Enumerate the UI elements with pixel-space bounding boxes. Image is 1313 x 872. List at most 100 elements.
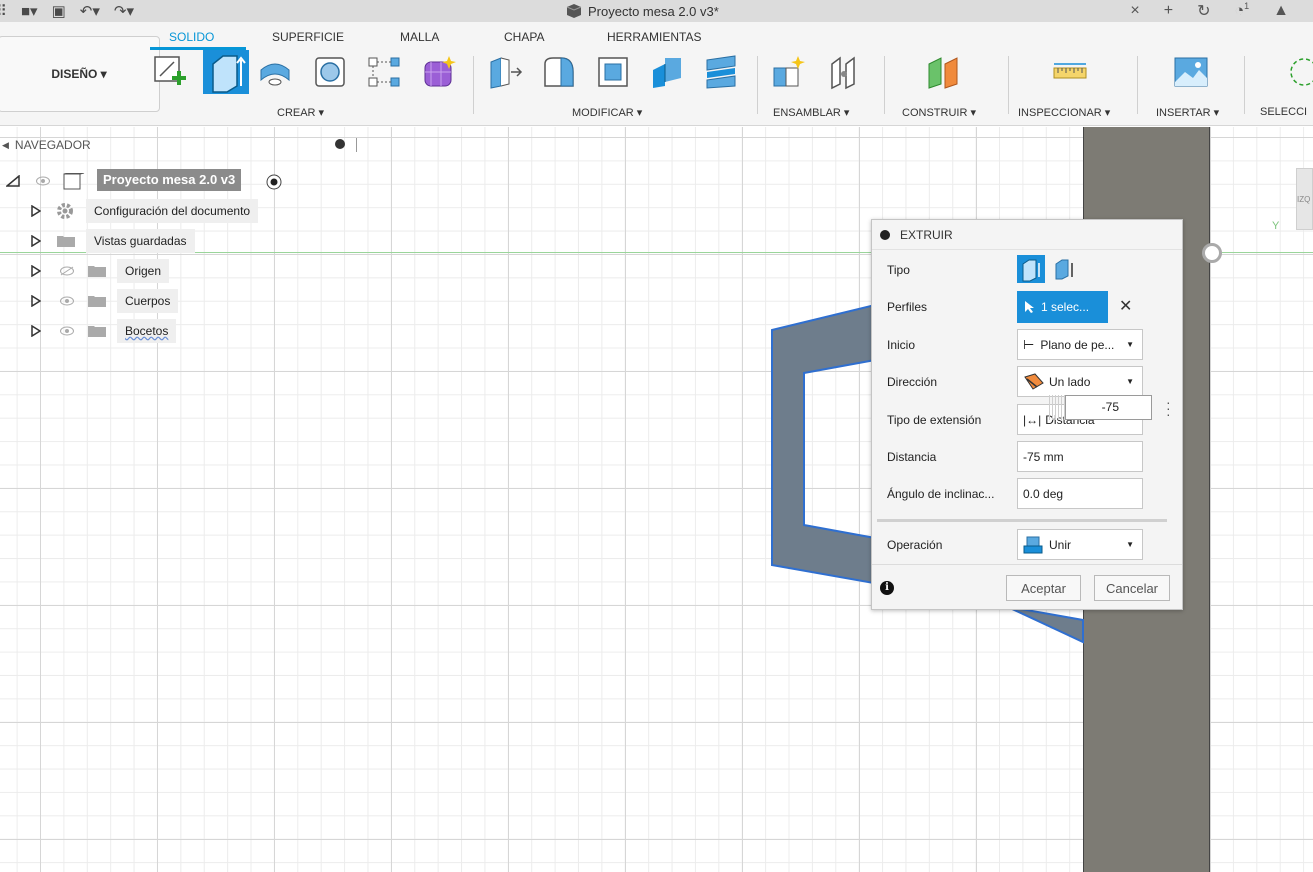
workspace-dropdown[interactable]: DISEÑO ▾ <box>0 36 160 112</box>
operation-dropdown[interactable]: Unir ▼ <box>1017 529 1143 560</box>
ok-button[interactable]: Aceptar <box>1006 575 1081 601</box>
eye-icon[interactable] <box>36 176 50 186</box>
label-tipo: Tipo <box>887 263 910 277</box>
ribbon-toolbar: DISEÑO ▾ SOLIDO SUPERFICIE MALLA CHAPA H… <box>0 22 1313 126</box>
joint-icon[interactable] <box>826 54 862 90</box>
info-icon[interactable]: i <box>880 581 894 595</box>
expand-right-icon[interactable] <box>31 265 41 277</box>
origin-marker[interactable] <box>1202 243 1222 263</box>
tree-item-bodies[interactable]: Cuerpos <box>0 289 300 313</box>
navigator-header[interactable]: ◀ NAVEGADOR <box>0 131 360 159</box>
tree-item-sketches[interactable]: Bocetos <box>0 319 300 343</box>
distance-extent-icon: |↔| <box>1023 412 1042 427</box>
eye-hidden-icon[interactable] <box>59 266 75 276</box>
tree-root[interactable]: Proyecto mesa 2.0 v3 <box>0 169 300 193</box>
shell-icon[interactable] <box>595 54 631 90</box>
gear-icon <box>57 203 73 219</box>
collapse-dot-icon[interactable] <box>880 229 890 240</box>
distance-field[interactable]: -75 mm <box>1017 441 1143 472</box>
measure-icon[interactable] <box>1052 54 1088 90</box>
redo-icon[interactable]: ↷▾ <box>114 2 134 20</box>
group-inspeccionar[interactable]: INSPECCIONAR ▾ <box>1018 106 1110 119</box>
clear-selection-icon[interactable]: ✕ <box>1119 296 1132 316</box>
pattern-icon[interactable] <box>366 54 402 90</box>
group-insertar[interactable]: INSERTAR ▾ <box>1156 106 1219 119</box>
tree-item-saved-views[interactable]: Vistas guardadas <box>0 229 300 253</box>
create-form-icon[interactable] <box>421 54 457 90</box>
tab-herramientas[interactable]: HERRAMIENTAS <box>607 30 701 44</box>
eye-icon[interactable] <box>60 296 74 306</box>
document-tab[interactable]: Proyecto mesa 2.0 v3* <box>566 0 719 22</box>
clock-icon[interactable]: ◔1 <box>1234 1 1249 20</box>
tree-item-origin[interactable]: Origen <box>0 259 300 283</box>
section-divider <box>877 519 1167 522</box>
tab-malla[interactable]: MALLA <box>400 30 439 44</box>
combine-icon[interactable] <box>649 54 685 90</box>
activate-radio-icon[interactable] <box>266 174 282 190</box>
tab-solido[interactable]: SOLIDO <box>169 30 214 44</box>
revolve-icon[interactable] <box>257 54 293 90</box>
expand-down-icon[interactable] <box>6 175 20 187</box>
tab-superficie[interactable]: SUPERFICIE <box>272 30 344 44</box>
popup-drag-handle[interactable] <box>1049 395 1065 420</box>
label-operacion: Operación <box>887 538 943 552</box>
fillet-icon[interactable] <box>541 54 577 90</box>
label-perfiles: Perfiles <box>887 300 928 314</box>
profiles-selection-button[interactable]: 1 selec... <box>1017 291 1108 323</box>
expand-right-icon[interactable] <box>31 235 41 247</box>
root-label: Proyecto mesa 2.0 v3 <box>97 169 242 191</box>
group-seleccionar[interactable]: SELECCI <box>1260 106 1307 118</box>
tab-chapa[interactable]: CHAPA <box>504 30 544 44</box>
dialog-header[interactable]: EXTRUIR <box>872 220 1182 250</box>
taper-angle-field[interactable]: 0.0 deg <box>1017 478 1143 509</box>
chevron-down-icon: ▼ <box>1126 540 1134 549</box>
folder-icon <box>57 236 75 247</box>
distance-value: -75 mm <box>1023 449 1064 464</box>
offset-plane-icon[interactable] <box>925 54 961 90</box>
cancel-button[interactable]: Cancelar <box>1094 575 1170 601</box>
chevron-down-icon: ▼ <box>1126 340 1134 349</box>
extrude-type-thin-icon[interactable] <box>1053 257 1077 281</box>
panel-resize-handle[interactable] <box>356 138 357 152</box>
insert-image-icon[interactable] <box>1173 54 1209 90</box>
create-sketch-icon[interactable] <box>152 54 188 90</box>
view-cube[interactable]: IZQ <box>1296 168 1313 230</box>
plus-icon[interactable]: + <box>1164 2 1173 20</box>
refresh-icon[interactable]: ↻ <box>1197 1 1210 21</box>
save-icon[interactable]: ▣ <box>52 2 66 20</box>
bell-icon[interactable]: ▲ <box>1273 2 1289 20</box>
tree-item-label: Vistas guardadas <box>86 229 195 253</box>
grid-icon[interactable]: ⠿ <box>0 2 7 20</box>
extrude-icon[interactable] <box>203 50 249 94</box>
tree-item-document-settings[interactable]: Configuración del documento <box>0 199 300 223</box>
start-dropdown[interactable]: ⊢ Plano de pe... ▼ <box>1017 329 1143 360</box>
distance-input-popup[interactable]: -75 <box>1065 395 1152 420</box>
expand-right-icon[interactable] <box>31 295 41 307</box>
ribbon-divider <box>473 56 474 114</box>
ribbon-divider <box>1244 56 1245 114</box>
join-operation-icon <box>1023 536 1043 553</box>
file-icon[interactable]: ■▾ <box>21 2 38 20</box>
hole-icon[interactable] <box>312 54 348 90</box>
eye-icon[interactable] <box>60 326 74 336</box>
select-icon[interactable] <box>1288 54 1313 90</box>
group-ensamblar[interactable]: ENSAMBLAR ▾ <box>773 106 849 119</box>
expand-right-icon[interactable] <box>31 325 41 337</box>
more-options-icon[interactable]: · · · <box>1166 395 1171 421</box>
extrude-type-solid-icon[interactable] <box>1017 255 1045 283</box>
label-inicio: Inicio <box>887 338 916 352</box>
close-icon[interactable]: × <box>1130 2 1139 20</box>
pin-icon[interactable] <box>335 139 345 149</box>
direction-dropdown[interactable]: Un lado ▼ <box>1017 366 1143 397</box>
split-body-icon[interactable] <box>703 54 739 90</box>
new-component-icon[interactable] <box>772 54 808 90</box>
press-pull-icon[interactable] <box>487 54 523 90</box>
undo-icon[interactable]: ↶▾ <box>80 2 100 20</box>
expand-right-icon[interactable] <box>31 205 41 217</box>
operation-value: Unir <box>1049 537 1072 552</box>
folder-icon <box>88 266 106 277</box>
group-construir[interactable]: CONSTRUIR ▾ <box>902 106 976 119</box>
group-modificar[interactable]: MODIFICAR ▾ <box>572 106 642 119</box>
group-crear[interactable]: CREAR ▾ <box>277 106 324 119</box>
collapse-left-icon[interactable]: ◀ <box>2 140 9 151</box>
